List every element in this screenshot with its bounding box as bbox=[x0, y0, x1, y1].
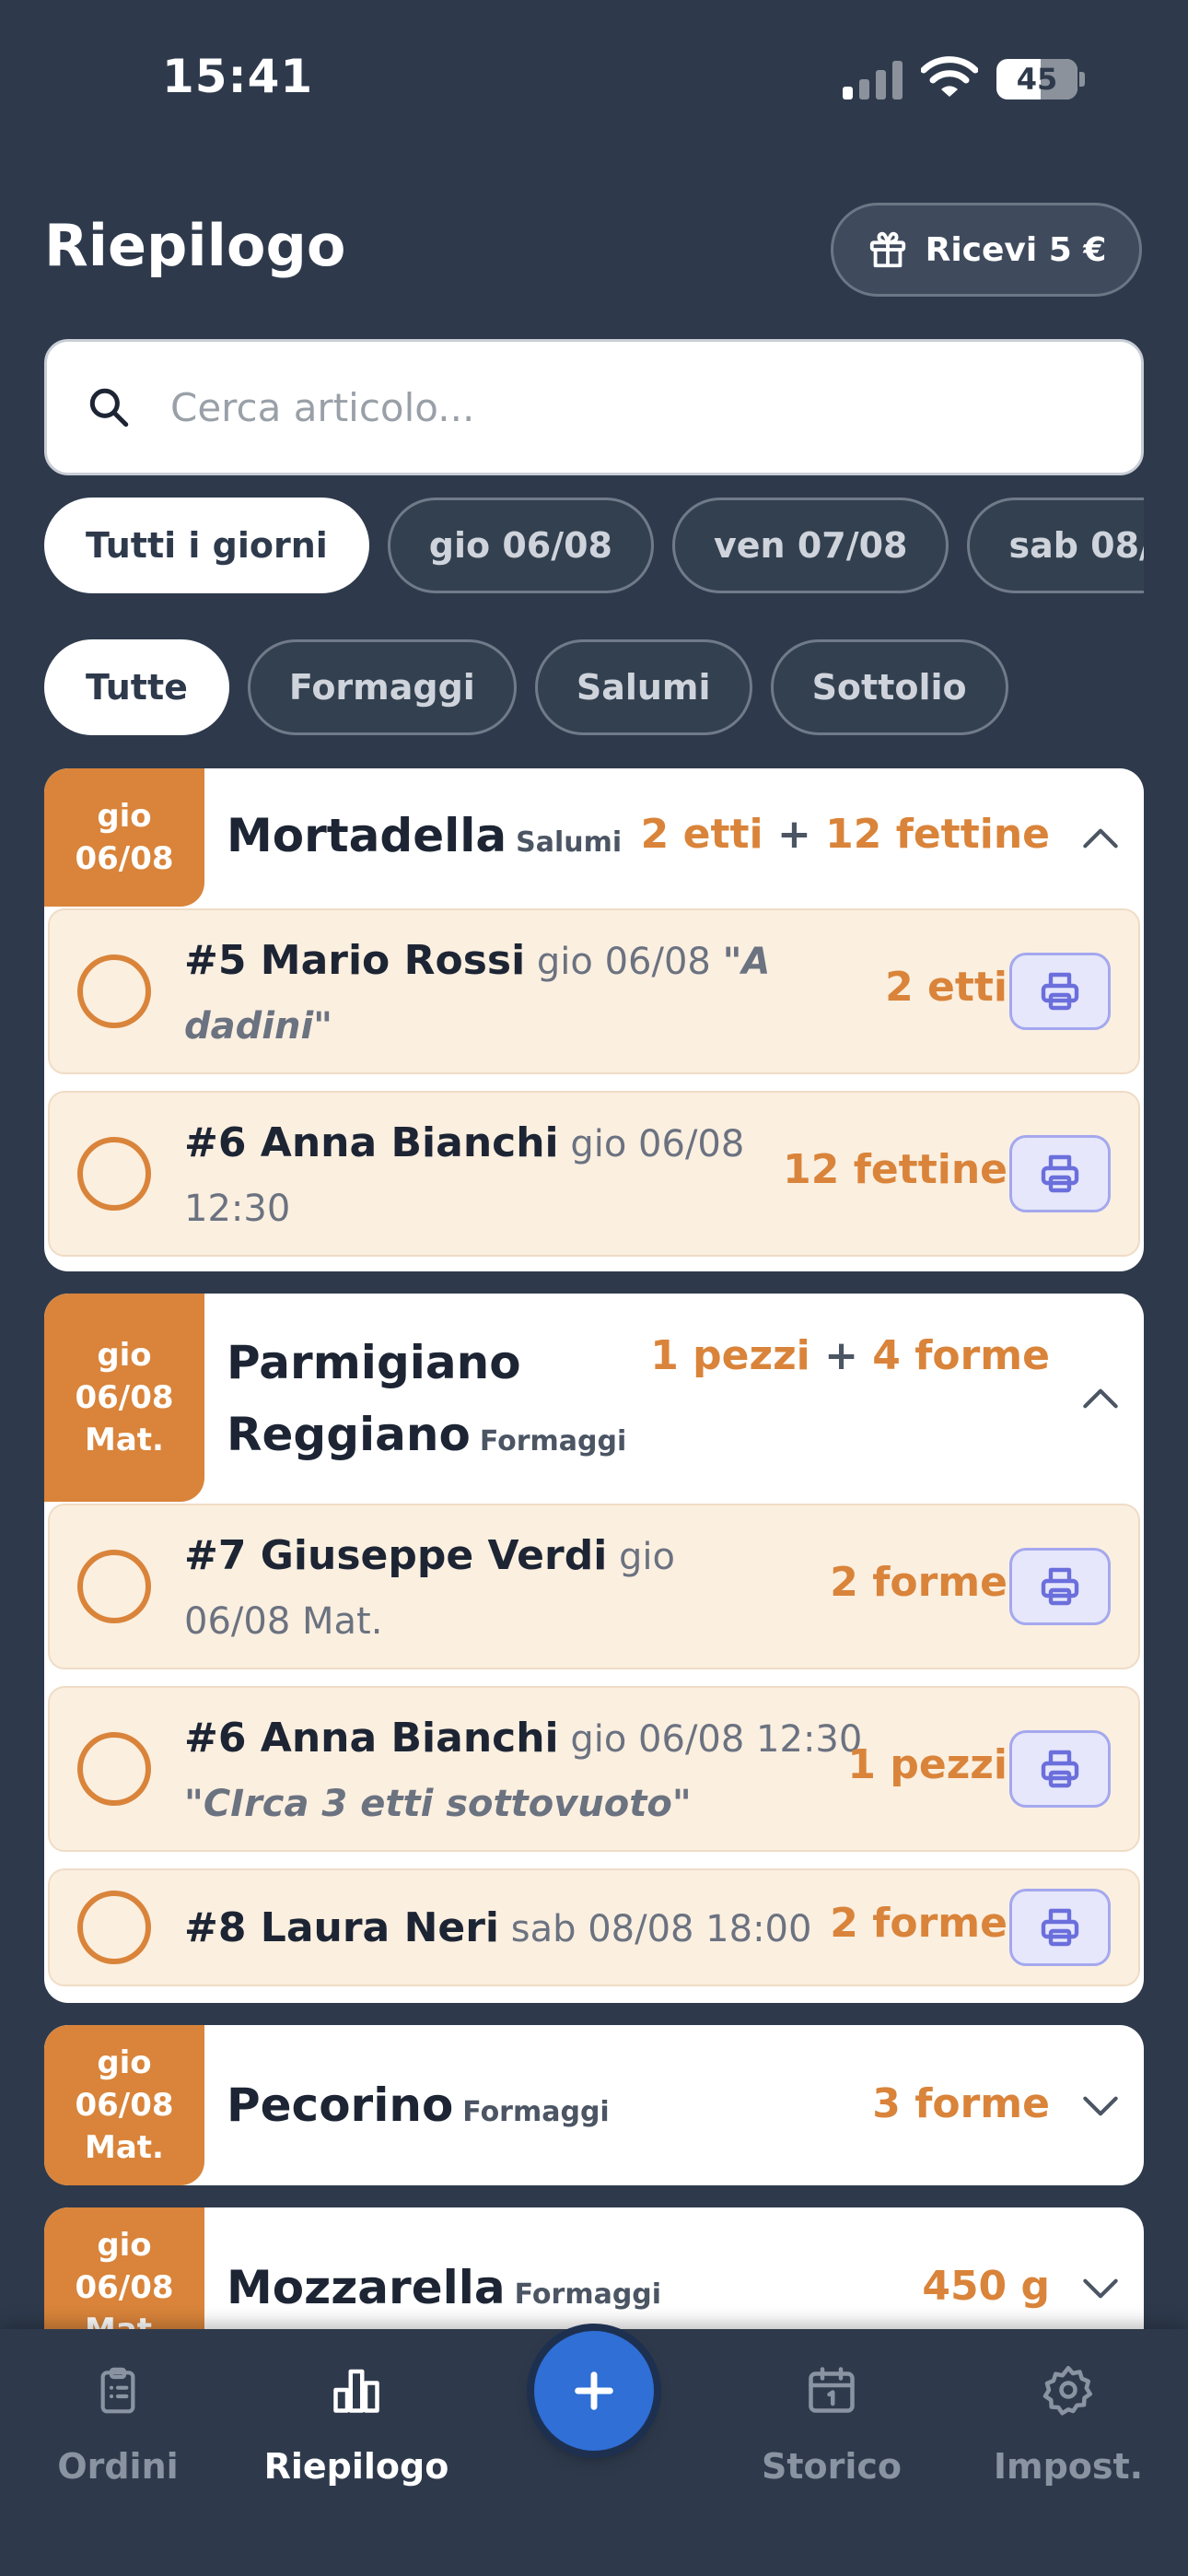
product-card-pecorino[interactable]: gio 06/08 Mat. Pecorino Formaggi 3 forme bbox=[44, 2025, 1144, 2185]
signal-icon bbox=[843, 61, 903, 100]
product-card-mortadella: gio 06/08 Mortadella Salumi 2 etti + 12 fe… bbox=[44, 768, 1144, 1271]
printer-icon bbox=[1041, 1908, 1079, 1947]
battery-icon: 45 bbox=[996, 59, 1077, 100]
clipboard-icon bbox=[100, 2367, 135, 2414]
chevron-up-icon[interactable] bbox=[1077, 1380, 1124, 1417]
product-total-qty: 2 etti + 12 fettine bbox=[640, 811, 1050, 858]
order-info: #8 Laura Neri sab 08/08 18:00 bbox=[184, 1904, 812, 1951]
date-badge: gio 06/08 bbox=[44, 768, 204, 907]
order-row[interactable]: #6 Anna Bianchi gio 06/08 12:30 "CIrca 3 … bbox=[48, 1686, 1140, 1852]
order-qty: 1 pezzi bbox=[847, 1741, 1007, 1788]
chevron-down-icon[interactable] bbox=[1077, 2088, 1124, 2125]
printer-icon bbox=[1041, 972, 1079, 1011]
product-name: Mozzarella Formaggi bbox=[227, 2261, 662, 2314]
search-input[interactable] bbox=[169, 383, 1093, 431]
order-info: #6 Anna Bianchi gio 06/08 12:30 "CIrca 3 … bbox=[184, 1715, 863, 1825]
referral-button[interactable]: Ricevi 5 € bbox=[831, 203, 1142, 297]
status-time: 15:41 bbox=[162, 50, 314, 103]
check-circle[interactable] bbox=[77, 1891, 151, 1964]
calendar-icon bbox=[809, 2367, 855, 2413]
order-info: #6 Anna Bianchi gio 06/08 12:30 bbox=[184, 1119, 745, 1230]
add-button[interactable] bbox=[534, 2331, 654, 2451]
product-category: Formaggi bbox=[479, 1425, 627, 1458]
product-total-qty: 1 pezzi + 4 forme bbox=[650, 1332, 1050, 1379]
chip-category-all[interactable]: Tutte bbox=[44, 639, 229, 735]
order-info: #7 Giuseppe Verdi gio 06/08 Mat. bbox=[184, 1532, 675, 1643]
chip-day-0808[interactable]: sab 08/08 bbox=[967, 498, 1144, 593]
referral-label: Ricevi 5 € bbox=[925, 230, 1107, 269]
product-total-qty: 450 g bbox=[922, 2263, 1050, 2310]
order-row[interactable]: #6 Anna Bianchi gio 06/08 12:30 12 fetti… bbox=[48, 1091, 1140, 1257]
date-badge: gio06/08Mat. bbox=[44, 2025, 204, 2185]
print-button[interactable] bbox=[1009, 1730, 1111, 1808]
product-header[interactable]: gio 06/08 Mat. Parmigiano Reggiano Formaggi … bbox=[44, 1294, 1144, 1502]
print-button[interactable] bbox=[1009, 1889, 1111, 1966]
print-button[interactable] bbox=[1009, 953, 1111, 1030]
product-header[interactable]: gio 06/08 Mortadella Salumi 2 etti + 12 fe… bbox=[44, 768, 1144, 907]
product-name: Mortadella Salumi bbox=[227, 809, 623, 862]
status-bar: 15:41 45 bbox=[0, 0, 1188, 147]
product-category: Formaggi bbox=[462, 2096, 610, 2128]
order-row[interactable]: #5 Mario Rossi gio 06/08 "A dadini" 2 et… bbox=[48, 908, 1140, 1074]
wifi-icon bbox=[921, 56, 978, 97]
tab-ordini[interactable]: Ordini bbox=[12, 2362, 224, 2487]
check-circle[interactable] bbox=[77, 1550, 151, 1623]
chip-day-0608[interactable]: gio 06/08 bbox=[387, 498, 654, 593]
date-badge: gio06/08Mat. bbox=[44, 1294, 204, 1502]
plus-icon bbox=[575, 2371, 613, 2410]
order-row[interactable]: #7 Giuseppe Verdi gio 06/08 Mat. 2 forme bbox=[48, 1504, 1140, 1669]
chevron-down-icon[interactable] bbox=[1077, 2270, 1124, 2307]
bar-chart-icon bbox=[333, 2369, 379, 2413]
category-filter-row: Tutte Formaggi Salumi Sottolio bbox=[44, 639, 1144, 735]
order-qty: 2 forme bbox=[830, 1559, 1007, 1606]
day-filter-row: Tutti i giornigio 06/08ven 07/08sab 08/0… bbox=[44, 498, 1144, 593]
chip-category-salumi[interactable]: Salumi bbox=[534, 639, 752, 735]
chip-category-sottolio[interactable]: Sottolio bbox=[770, 639, 1008, 735]
check-circle[interactable] bbox=[77, 954, 151, 1028]
check-circle[interactable] bbox=[77, 1137, 151, 1211]
print-button[interactable] bbox=[1009, 1548, 1111, 1625]
product-category: Salumi bbox=[516, 826, 623, 859]
product-category: Formaggi bbox=[514, 2278, 662, 2311]
printer-icon bbox=[1041, 1154, 1079, 1193]
order-qty: 2 forme bbox=[830, 1900, 1007, 1947]
tab-riepilogo[interactable]: Riepilogo bbox=[250, 2362, 462, 2487]
tab-impostazioni[interactable]: Impost. bbox=[962, 2362, 1174, 2487]
gift-icon bbox=[869, 231, 905, 268]
page-title: Riepilogo bbox=[44, 212, 346, 279]
gear-icon bbox=[1042, 2366, 1092, 2416]
search-icon bbox=[86, 384, 132, 430]
printer-icon bbox=[1041, 1750, 1079, 1788]
print-button[interactable] bbox=[1009, 1135, 1111, 1212]
chevron-up-icon[interactable] bbox=[1077, 820, 1124, 857]
check-circle[interactable] bbox=[77, 1732, 151, 1806]
product-name: Parmigiano Reggiano Formaggi bbox=[227, 1336, 627, 1461]
order-row[interactable]: #8 Laura Neri sab 08/08 18:00 2 forme bbox=[48, 1868, 1140, 1986]
chip-all-days[interactable]: Tutti i giorni bbox=[44, 498, 369, 593]
tab-storico[interactable]: Storico bbox=[726, 2362, 938, 2487]
order-info: #5 Mario Rossi gio 06/08 "A dadini" bbox=[184, 937, 771, 1048]
search-bar bbox=[44, 339, 1144, 475]
order-qty: 2 etti bbox=[885, 964, 1007, 1011]
order-qty: 12 fettine bbox=[783, 1146, 1007, 1193]
chip-category-formaggi[interactable]: Formaggi bbox=[247, 639, 517, 735]
battery-level: 45 bbox=[1016, 62, 1058, 97]
product-card-parmigiano: gio 06/08 Mat. Parmigiano Reggiano Formaggi … bbox=[44, 1294, 1144, 2003]
product-total-qty: 3 forme bbox=[872, 2080, 1050, 2127]
chip-day-0708[interactable]: ven 07/08 bbox=[672, 498, 949, 593]
product-name: Pecorino Formaggi bbox=[227, 2078, 610, 2132]
printer-icon bbox=[1041, 1567, 1079, 1606]
